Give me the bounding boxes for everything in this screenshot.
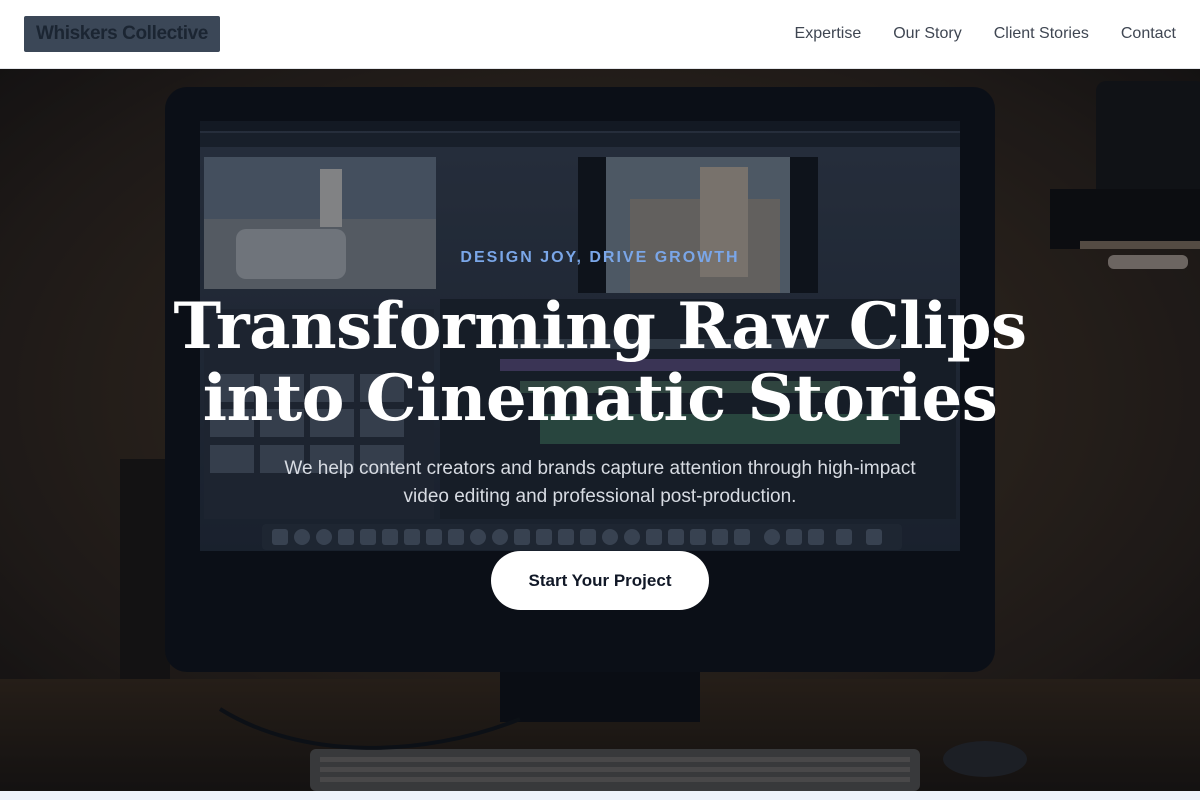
nav-contact[interactable]: Contact [1121, 25, 1176, 43]
nav-expertise[interactable]: Expertise [795, 25, 862, 43]
next-section-edge [0, 791, 1200, 800]
nav-client-stories[interactable]: Client Stories [994, 25, 1089, 43]
hero-content: DESIGN JOY, DRIVE GROWTH Transforming Ra… [0, 69, 1200, 791]
hero-headline: Transforming Raw Clips into Cinematic St… [173, 289, 1027, 436]
start-project-button[interactable]: Start Your Project [491, 551, 709, 610]
main-nav: Expertise Our Story Client Stories Conta… [763, 25, 1176, 43]
hero-tagline: DESIGN JOY, DRIVE GROWTH [460, 249, 740, 266]
logo[interactable]: Whiskers Collective [24, 16, 220, 52]
hero-subtitle: We help content creators and brands capt… [284, 458, 916, 507]
hero-section: DESIGN JOY, DRIVE GROWTH Transforming Ra… [0, 69, 1200, 791]
nav-our-story[interactable]: Our Story [893, 25, 961, 43]
site-header: Whiskers Collective Expertise Our Story … [0, 0, 1200, 69]
